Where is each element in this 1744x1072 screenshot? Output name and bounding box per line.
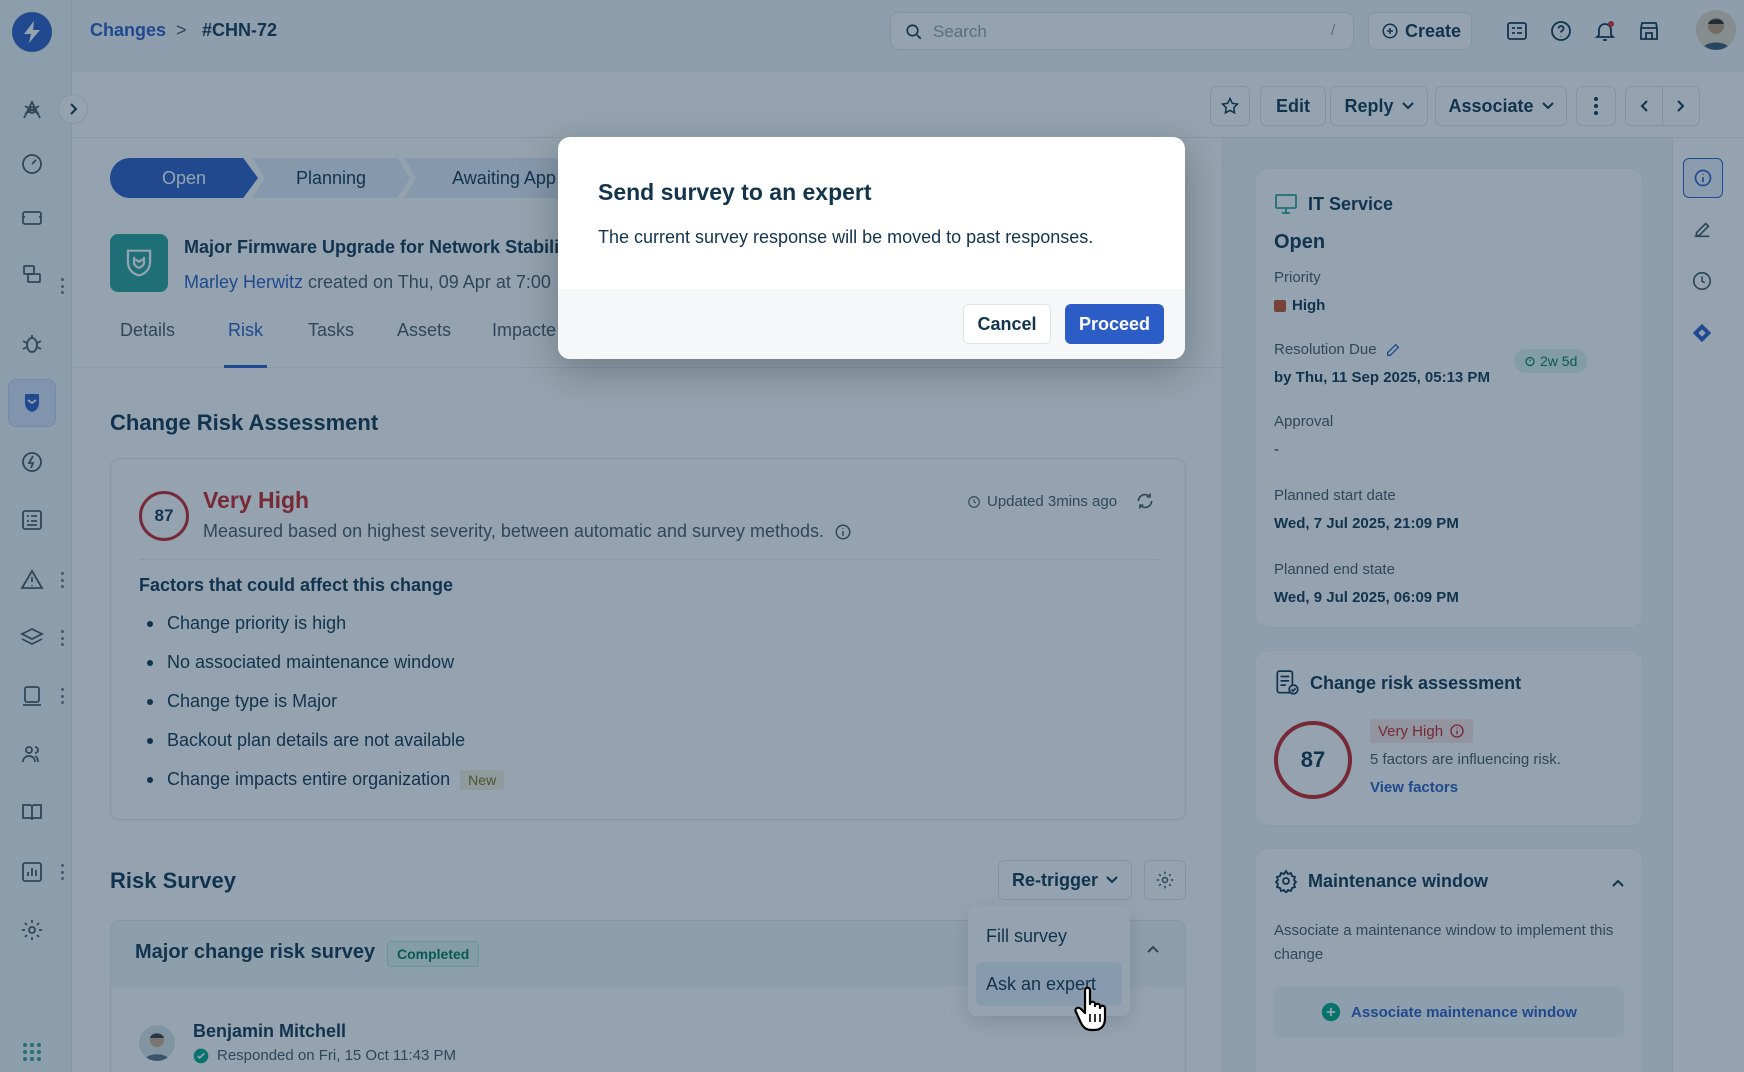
modal-title: Send survey to an expert (598, 179, 872, 205)
modal-footer: Cancel Proceed (558, 289, 1185, 359)
hand-cursor-icon (1074, 986, 1108, 1032)
send-survey-modal: Send survey to an expert The current sur… (558, 137, 1185, 359)
proceed-button[interactable]: Proceed (1065, 304, 1164, 344)
modal-body: The current survey response will be move… (598, 227, 1094, 247)
cancel-button[interactable]: Cancel (963, 304, 1051, 344)
